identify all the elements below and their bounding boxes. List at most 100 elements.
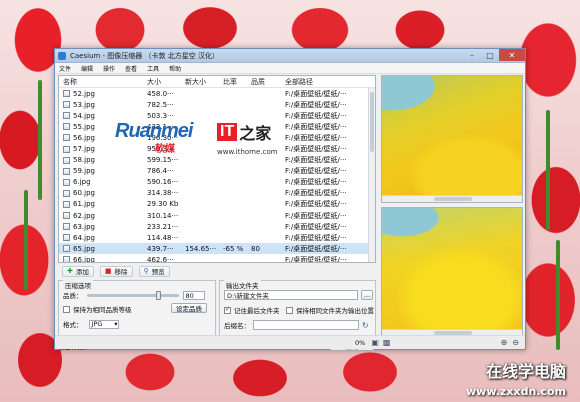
file-size-cell: 233.21··· [147, 222, 179, 231]
file-list[interactable]: 名称 大小 新大小 比率 品质 全部路径 52.jpg 458.0··· F:/桌面… [58, 75, 376, 263]
table-row[interactable]: 53.jpg 782.5··· F:/桌面壁纸/壁纸/··· [59, 99, 375, 110]
site-watermark-cn: 在线学电脑 [485, 362, 566, 381]
file-size-cell: 310.14··· [147, 211, 179, 220]
image-file-icon [63, 90, 70, 98]
quality-spinbox[interactable]: 80 [182, 290, 205, 300]
browse-button[interactable]: ... [361, 290, 373, 300]
maximize-button[interactable]: □ [481, 49, 499, 61]
header-quality[interactable]: 品质 [251, 77, 285, 87]
refresh-icon[interactable]: ↻ [362, 321, 369, 330]
table-row[interactable]: 59.jpg 786.4··· F:/桌面壁纸/壁纸/··· [59, 166, 375, 177]
file-name-cell: 60.jpg [59, 189, 147, 197]
table-row[interactable]: 66.jpg 462.6··· F:/桌面壁纸/壁纸/··· [59, 254, 375, 262]
table-row[interactable]: 62.jpg 310.14··· F:/桌面壁纸/壁纸/··· [59, 210, 375, 221]
same-folder-label: 保持相同文件夹为输出位置 [296, 307, 374, 315]
remember-folder-row: ✓ 记住最后文件夹 [224, 305, 280, 315]
original-preview-scrollbar[interactable] [382, 195, 522, 202]
header-ratio[interactable]: 比率 [223, 77, 251, 87]
file-size-cell: 458.0··· [147, 89, 174, 98]
status-bar: 0% ▣ ▩ ⊕ ⊖ [55, 335, 525, 349]
remember-folder-checkbox[interactable]: ✓ [224, 306, 231, 314]
path-cell: F:/桌面壁纸/壁纸/··· [285, 89, 347, 98]
actual-size-icon[interactable]: ▩ [383, 338, 391, 347]
magnifier-icon: ⚲ [143, 267, 149, 275]
table-row[interactable]: 61.jpg 29.30 Kb F:/桌面壁纸/壁纸/··· [59, 199, 375, 210]
table-row[interactable]: 65.jpg 439.7··· 154.65··· -65 % 80 F:/桌面壁纸/壁纸… [59, 243, 375, 255]
minimize-icon: – [470, 50, 474, 60]
format-select[interactable]: JPG ▾ [88, 319, 119, 329]
path-cell: F:/桌面壁纸/壁纸/··· [285, 156, 347, 165]
remove-button[interactable]: ■ 移除 [99, 265, 133, 277]
header-path[interactable]: 全部路径 [285, 77, 365, 87]
menu-action[interactable]: 操作 [103, 64, 115, 73]
table-row[interactable]: 58.jpg 599.15··· F:/桌面壁纸/壁纸/··· [59, 155, 375, 166]
quality-slider[interactable] [86, 290, 179, 300]
folder-row: D:\新建文件夹 ... [224, 290, 373, 300]
tulip-stem [546, 110, 550, 230]
output-folder-input[interactable]: D:\新建文件夹 [224, 290, 358, 300]
list-scrollbar[interactable] [368, 88, 375, 262]
ithome-cn: 之家 [239, 124, 272, 143]
table-row[interactable]: 6.jpg 590.16··· F:/桌面壁纸/壁纸/··· [59, 177, 375, 188]
keep-quality-checkbox[interactable] [63, 305, 70, 313]
scroll-thumb[interactable] [370, 92, 374, 152]
header-size[interactable]: 大小 [147, 77, 185, 87]
quality-slider-knob[interactable] [156, 290, 162, 300]
file-name-cell: 52.jpg [59, 90, 147, 98]
table-row[interactable]: 63.jpg 233.21··· F:/桌面壁纸/壁纸/··· [59, 221, 375, 232]
original-image [382, 76, 522, 195]
menu-help[interactable]: 帮助 [169, 64, 181, 73]
format-label: 格式： [63, 321, 83, 329]
add-button[interactable]: ✚ 添加 [62, 265, 94, 277]
output-folder-value: D:\新建文件夹 [227, 292, 269, 300]
table-row[interactable]: 64.jpg 114.48··· F:/桌面壁纸/壁纸/··· [59, 232, 375, 243]
tulip-stem [24, 190, 28, 290]
path-cell: F:/桌面壁纸/壁纸/··· [285, 133, 347, 142]
zoom-in-icon[interactable]: ⊕ [501, 338, 508, 347]
ithome-it: IT [217, 123, 238, 141]
same-folder-checkbox[interactable] [286, 306, 293, 314]
caesium-window: Caesium - 图像压缩器 （卡敦 北方星空 汉化） – □ ✕ 文件 编辑… [54, 48, 526, 351]
file-name-cell: 58.jpg [59, 156, 147, 164]
title-bar[interactable]: Caesium - 图像压缩器 （卡敦 北方星空 汉化） – □ ✕ [55, 49, 525, 63]
file-name-text: 62.jpg [73, 211, 95, 220]
set-quality-button[interactable]: 设定品质 [171, 303, 207, 313]
close-button[interactable]: ✕ [499, 49, 525, 61]
preview-button[interactable]: ⚲ 预览 [138, 265, 170, 277]
file-name-cell: 62.jpg [59, 212, 147, 220]
header-new-size[interactable]: 新大小 [185, 77, 223, 87]
keep-quality-label: 保持为相同品质等级 [73, 306, 132, 314]
menu-view[interactable]: 查看 [125, 64, 137, 73]
image-file-icon [63, 245, 70, 253]
menu-tools[interactable]: 工具 [147, 64, 159, 73]
progress-text: 0% [355, 338, 366, 347]
table-row[interactable]: 52.jpg 458.0··· F:/桌面壁纸/壁纸/··· [59, 88, 375, 99]
original-preview[interactable] [381, 75, 523, 203]
zoom-out-icon[interactable]: ⊖ [512, 338, 519, 347]
path-cell: F:/桌面壁纸/壁纸/··· [285, 167, 347, 176]
file-name-cell: 61.jpg [59, 200, 147, 208]
file-name-text: 65.jpg [73, 244, 95, 253]
image-file-icon [63, 145, 70, 153]
file-size-cell: 599.15··· [147, 156, 179, 165]
image-file-icon [63, 134, 70, 142]
quality-cell: 80 [251, 244, 260, 253]
minimize-button[interactable]: – [463, 49, 481, 61]
image-file-icon [63, 256, 70, 262]
suffix-input[interactable] [253, 320, 359, 330]
file-name-text: 64.jpg [73, 233, 95, 242]
fit-icon[interactable]: ▣ [371, 338, 379, 347]
file-name-text: 52.jpg [73, 89, 95, 98]
compressed-preview[interactable] [381, 207, 523, 337]
file-name-cell: 63.jpg [59, 223, 147, 231]
same-folder-row: 保持相同文件夹为输出位置 [286, 305, 374, 315]
menu-bar: 文件 编辑 操作 查看 工具 帮助 [55, 63, 525, 74]
path-cell: F:/桌面壁纸/壁纸/··· [285, 189, 347, 198]
output-folder-panel: 输出文件夹 D:\新建文件夹 ... ✓ 记住最后文件夹 保持相同文件夹为输出位… [219, 280, 376, 336]
header-name[interactable]: 名称 [59, 77, 147, 87]
table-row[interactable]: 60.jpg 314.38··· F:/桌面壁纸/壁纸/··· [59, 188, 375, 199]
menu-file[interactable]: 文件 [59, 64, 71, 73]
menu-edit[interactable]: 编辑 [81, 64, 93, 73]
scroll-thumb[interactable] [434, 197, 472, 201]
image-file-icon [63, 101, 70, 109]
